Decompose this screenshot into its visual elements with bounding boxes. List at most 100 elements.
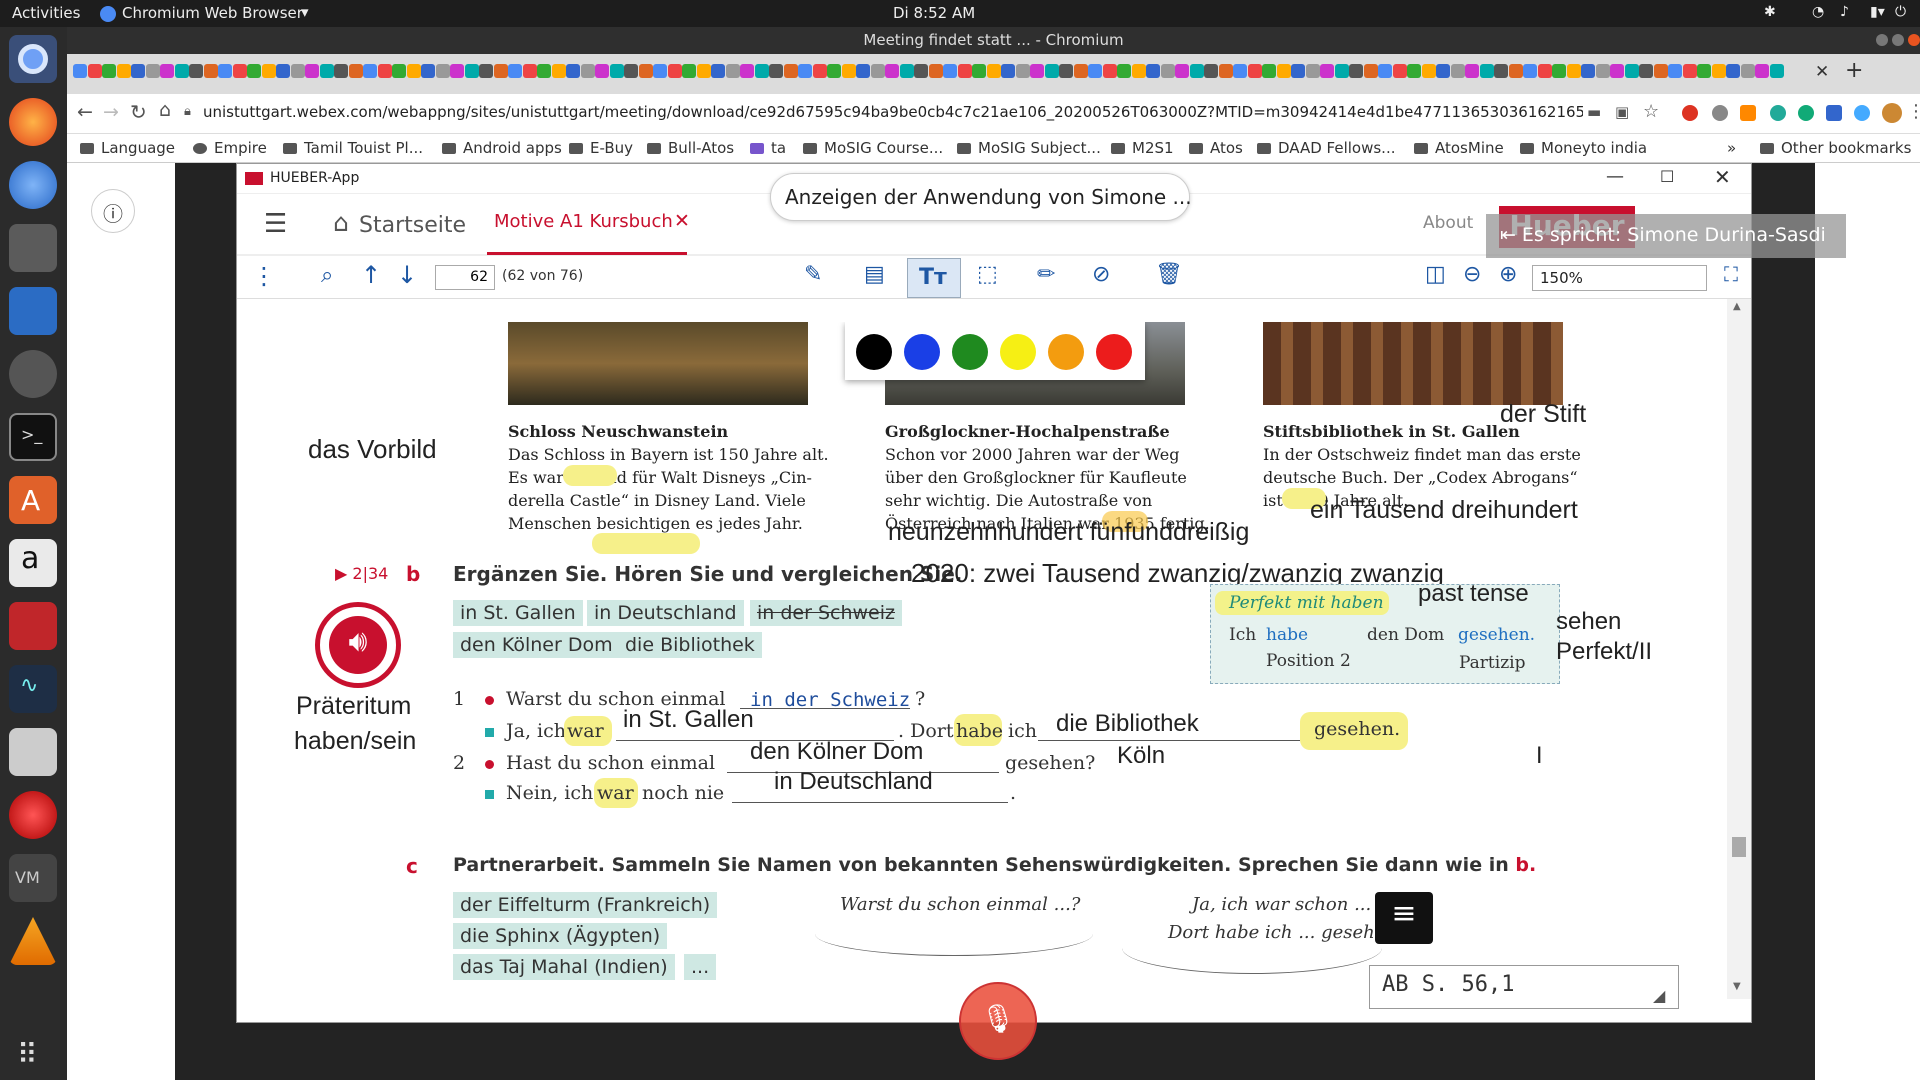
tab-favicon-icon[interactable] bbox=[754, 64, 769, 78]
extension-icon[interactable] bbox=[1770, 105, 1786, 121]
tab-favicon-icon[interactable] bbox=[145, 64, 160, 78]
tab-favicon-icon[interactable] bbox=[682, 64, 696, 78]
highlighter-icon[interactable]: ✎ bbox=[804, 262, 822, 287]
tab-favicon-icon[interactable] bbox=[1392, 64, 1407, 78]
tab-favicon-icon[interactable] bbox=[334, 64, 348, 78]
writer-icon[interactable] bbox=[9, 287, 57, 335]
sharing-banner[interactable]: Anzeigen der Anwendung von Simone ... bbox=[770, 173, 1192, 221]
bookmark-item[interactable]: M2S1 bbox=[1111, 139, 1174, 157]
bookmark-item[interactable]: Bull-Atos bbox=[647, 139, 734, 157]
tab-favicon-icon[interactable] bbox=[1102, 64, 1117, 78]
tab-favicon-icon[interactable] bbox=[1291, 64, 1305, 78]
tab-favicon-icon[interactable] bbox=[1059, 64, 1073, 78]
chromium-dock-icon[interactable] bbox=[9, 35, 57, 83]
tab-favicon-icon[interactable] bbox=[1624, 64, 1639, 78]
tab-favicon-icon[interactable] bbox=[827, 64, 841, 78]
next-page-icon[interactable]: ↓ bbox=[397, 261, 417, 289]
tab-favicon-icon[interactable] bbox=[435, 64, 450, 78]
tab-favicon-icon[interactable] bbox=[174, 64, 189, 78]
back-icon[interactable]: ← bbox=[77, 101, 93, 123]
tab-favicon-icon[interactable] bbox=[1247, 64, 1262, 78]
video-icon[interactable]: ▬ bbox=[1587, 103, 1601, 121]
tab-favicon-icon[interactable] bbox=[1146, 64, 1160, 78]
tab-favicon-icon[interactable] bbox=[1421, 64, 1436, 78]
bookmark-item[interactable]: DAAD Fellows... bbox=[1257, 139, 1395, 157]
tab-favicon-icon[interactable] bbox=[1595, 64, 1610, 78]
zoom-in-icon[interactable]: ⊕ bbox=[1499, 262, 1517, 287]
minimize-icon[interactable]: — bbox=[1606, 166, 1624, 187]
volume-icon[interactable]: ♪ bbox=[1840, 4, 1849, 20]
fullscreen-icon[interactable]: ⛶ bbox=[1724, 262, 1738, 286]
bookmark-item[interactable]: MoSIG Course... bbox=[803, 139, 943, 157]
tab-favicon-icon[interactable] bbox=[1552, 64, 1566, 78]
rhythmbox-icon[interactable] bbox=[9, 350, 57, 398]
bookmark-item[interactable]: Atos bbox=[1189, 139, 1243, 157]
tab-favicon-icon[interactable] bbox=[1711, 64, 1726, 78]
terminal-icon[interactable]: >_ bbox=[9, 413, 57, 461]
tab-favicon-icon[interactable] bbox=[899, 64, 914, 78]
close-window-icon[interactable] bbox=[1908, 34, 1920, 46]
bookmark-item[interactable]: ta bbox=[750, 139, 786, 157]
tab-favicon-icon[interactable] bbox=[363, 64, 377, 78]
tab-favicon-icon[interactable] bbox=[551, 64, 566, 78]
tab-favicon-icon[interactable] bbox=[1305, 64, 1320, 78]
mute-microphone-icon[interactable]: 🎙︎ bbox=[959, 982, 1037, 1060]
bookmark-item[interactable]: MoSIG Subject... bbox=[957, 139, 1101, 157]
delete-icon[interactable]: 🗑︎ bbox=[1155, 262, 1183, 287]
tab-favicon-icon[interactable] bbox=[740, 64, 754, 78]
textbox-icon[interactable]: ⬚ bbox=[977, 262, 998, 287]
tab-favicon-icon[interactable] bbox=[1566, 64, 1581, 78]
zoom-out-icon[interactable]: ⊖ bbox=[1463, 262, 1481, 287]
comment-icon[interactable]: ▤ bbox=[864, 262, 885, 287]
previous-page-icon[interactable]: ↑ bbox=[361, 261, 381, 289]
maximize-window-icon[interactable] bbox=[1892, 34, 1904, 46]
tab-favicon-icon[interactable] bbox=[1001, 64, 1015, 78]
info-icon[interactable]: ⓘ bbox=[91, 189, 135, 233]
tab-favicon-icon[interactable] bbox=[1668, 64, 1682, 78]
tab-favicon-icon[interactable] bbox=[1073, 64, 1088, 78]
tab-favicon-icon[interactable] bbox=[1523, 64, 1537, 78]
vlc-icon[interactable] bbox=[9, 917, 57, 965]
color-swatch[interactable] bbox=[1048, 334, 1084, 370]
tab-favicon-icon[interactable] bbox=[870, 64, 885, 78]
remote-desktop-icon[interactable] bbox=[9, 602, 57, 650]
play-icon[interactable]: ▶ bbox=[335, 564, 352, 583]
zoom-select[interactable]: 150% bbox=[1532, 265, 1707, 291]
tab-favicon-icon[interactable] bbox=[1494, 64, 1508, 78]
comment-note-icon[interactable]: ≡ bbox=[1375, 892, 1433, 944]
tab-favicon-icon[interactable] bbox=[1653, 64, 1668, 78]
app-menu-label[interactable]: Chromium Web Browser bbox=[122, 4, 303, 22]
color-swatch[interactable] bbox=[1096, 334, 1132, 370]
tab-favicon-icon[interactable] bbox=[261, 64, 276, 78]
tab-favicon-icon[interactable] bbox=[943, 64, 957, 78]
software-center-icon[interactable]: A bbox=[9, 476, 57, 524]
tab-favicon-icon[interactable] bbox=[319, 64, 334, 78]
tab-favicon-icon[interactable] bbox=[1436, 64, 1450, 78]
tab-favicon-icon[interactable] bbox=[116, 64, 131, 78]
tab-favicon-icon[interactable] bbox=[1479, 64, 1494, 78]
tab-favicon-icon[interactable] bbox=[624, 64, 638, 78]
tab-favicon-icon[interactable] bbox=[841, 64, 856, 78]
extension-icon[interactable] bbox=[1740, 105, 1756, 121]
tab-favicon-icon[interactable] bbox=[696, 64, 711, 78]
profile-avatar[interactable] bbox=[1882, 103, 1902, 123]
close-icon[interactable]: ✕ bbox=[1714, 165, 1731, 189]
text-annotation-box[interactable]: AB S. 56,1 bbox=[1369, 965, 1679, 1009]
tab-favicon-icon[interactable] bbox=[464, 64, 479, 78]
about-link[interactable]: About bbox=[1423, 213, 1473, 233]
url-field[interactable]: unistuttgart.webex.com/webappng/sites/un… bbox=[203, 103, 1583, 121]
tab-favicon-icon[interactable] bbox=[377, 64, 392, 78]
tab-favicon-icon[interactable] bbox=[1639, 64, 1653, 78]
tab-label[interactable]: Motive A1 Kursbuch bbox=[494, 211, 673, 232]
tab-favicon-icon[interactable] bbox=[783, 64, 798, 78]
files-icon[interactable] bbox=[9, 224, 57, 272]
tab-favicon-icon[interactable] bbox=[290, 64, 305, 78]
other-bookmarks[interactable]: Other bookmarks bbox=[1760, 139, 1911, 157]
wifi-icon[interactable]: ◔ bbox=[1812, 4, 1824, 20]
hide-annotations-icon[interactable]: ⊘ bbox=[1092, 262, 1110, 287]
sidebar-toggle-icon[interactable]: ◫ bbox=[1425, 262, 1446, 287]
tab-favicon-icon[interactable] bbox=[595, 64, 609, 78]
show-apps-icon[interactable]: ⠿ bbox=[9, 1032, 57, 1080]
tab-favicon-icon[interactable] bbox=[1015, 64, 1030, 78]
tab-favicon-icon[interactable] bbox=[450, 64, 464, 78]
